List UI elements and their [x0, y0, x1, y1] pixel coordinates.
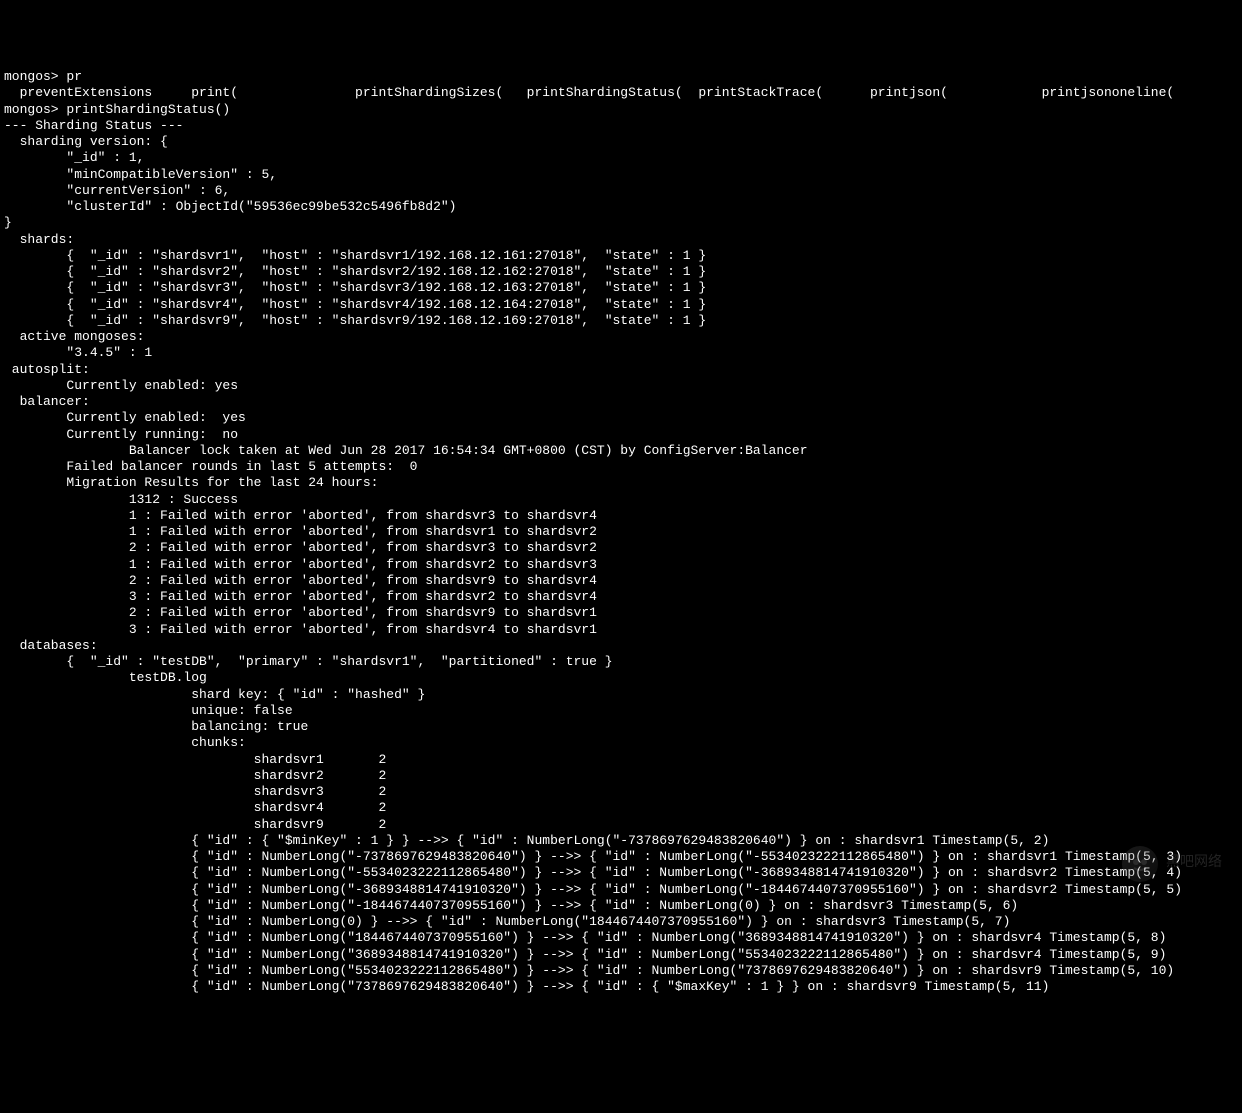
output-line: testDB.log — [4, 670, 207, 685]
output-line: Currently enabled: yes — [4, 378, 238, 393]
output-line: { "_id" : "shardsvr2", "host" : "shardsv… — [4, 264, 706, 279]
output-line: Currently running: no — [4, 427, 238, 442]
output-line: --- Sharding Status --- — [4, 118, 183, 133]
output-line: 1312 : Success — [4, 492, 238, 507]
output-line: "minCompatibleVersion" : 5, — [4, 167, 277, 182]
output-line: shardsvr1 2 — [4, 752, 386, 767]
output-line: 3 : Failed with error 'aborted', from sh… — [4, 622, 597, 637]
output-line: } — [4, 215, 12, 230]
output-line: { "id" : NumberLong("-368934881474191032… — [4, 882, 1182, 897]
output-line: { "_id" : "shardsvr4", "host" : "shardsv… — [4, 297, 706, 312]
output-line: chunks: — [4, 735, 246, 750]
output-line: { "id" : NumberLong("-553402322211286548… — [4, 865, 1182, 880]
output-line: 1 : Failed with error 'aborted', from sh… — [4, 508, 597, 523]
prompt-line: mongos> printShardingStatus() — [4, 102, 230, 117]
output-line: balancer: — [4, 394, 90, 409]
output-line: Migration Results for the last 24 hours: — [4, 475, 378, 490]
output-line: { "id" : NumberLong("1844674407370955160… — [4, 930, 1166, 945]
output-line: "currentVersion" : 6, — [4, 183, 230, 198]
output-line: Currently enabled: yes — [4, 410, 246, 425]
output-line: { "id" : NumberLong("-184467440737095516… — [4, 898, 1018, 913]
output-line: balancing: true — [4, 719, 308, 734]
output-line: shards: — [4, 232, 74, 247]
output-line: shardsvr2 2 — [4, 768, 386, 783]
output-line: { "id" : { "$minKey" : 1 } } -->> { "id"… — [4, 833, 1049, 848]
output-line: shardsvr4 2 — [4, 800, 386, 815]
output-line: autosplit: — [4, 362, 90, 377]
output-line: 1 : Failed with error 'aborted', from sh… — [4, 524, 597, 539]
output-line: { "_id" : "shardsvr1", "host" : "shardsv… — [4, 248, 706, 263]
output-line: 2 : Failed with error 'aborted', from sh… — [4, 605, 597, 620]
output-line: { "_id" : "shardsvr9", "host" : "shardsv… — [4, 313, 706, 328]
output-line: { "id" : NumberLong("5534023222112865480… — [4, 963, 1174, 978]
output-line: 2 : Failed with error 'aborted', from sh… — [4, 540, 597, 555]
output-line: { "id" : NumberLong("7378697629483820640… — [4, 979, 1049, 994]
output-line: unique: false — [4, 703, 293, 718]
completion-list: preventExtensions print( printShardingSi… — [4, 85, 1174, 100]
output-line: "3.4.5" : 1 — [4, 345, 152, 360]
output-line: shardsvr3 2 — [4, 784, 386, 799]
output-line: shard key: { "id" : "hashed" } — [4, 687, 425, 702]
output-line: { "id" : NumberLong(0) } -->> { "id" : N… — [4, 914, 1010, 929]
output-line: active mongoses: — [4, 329, 144, 344]
output-line: sharding version: { — [4, 134, 168, 149]
output-line: 2 : Failed with error 'aborted', from sh… — [4, 573, 597, 588]
output-line: { "id" : NumberLong("-737869762948382064… — [4, 849, 1182, 864]
output-line: "_id" : 1, — [4, 150, 144, 165]
output-line: Balancer lock taken at Wed Jun 28 2017 1… — [4, 443, 808, 458]
output-line: databases: — [4, 638, 98, 653]
output-line: shardsvr9 2 — [4, 817, 386, 832]
output-line: { "id" : NumberLong("3689348814741910320… — [4, 947, 1166, 962]
output-line: "clusterId" : ObjectId("59536ec99be532c5… — [4, 199, 456, 214]
output-line: 3 : Failed with error 'aborted', from sh… — [4, 589, 597, 604]
output-line: Failed balancer rounds in last 5 attempt… — [4, 459, 417, 474]
output-line: { "_id" : "testDB", "primary" : "shardsv… — [4, 654, 613, 669]
prompt-line: mongos> pr — [4, 69, 82, 84]
terminal-output[interactable]: mongos> pr preventExtensions print( prin… — [4, 69, 1238, 995]
output-line: 1 : Failed with error 'aborted', from sh… — [4, 557, 597, 572]
output-line: { "_id" : "shardsvr3", "host" : "shardsv… — [4, 280, 706, 295]
